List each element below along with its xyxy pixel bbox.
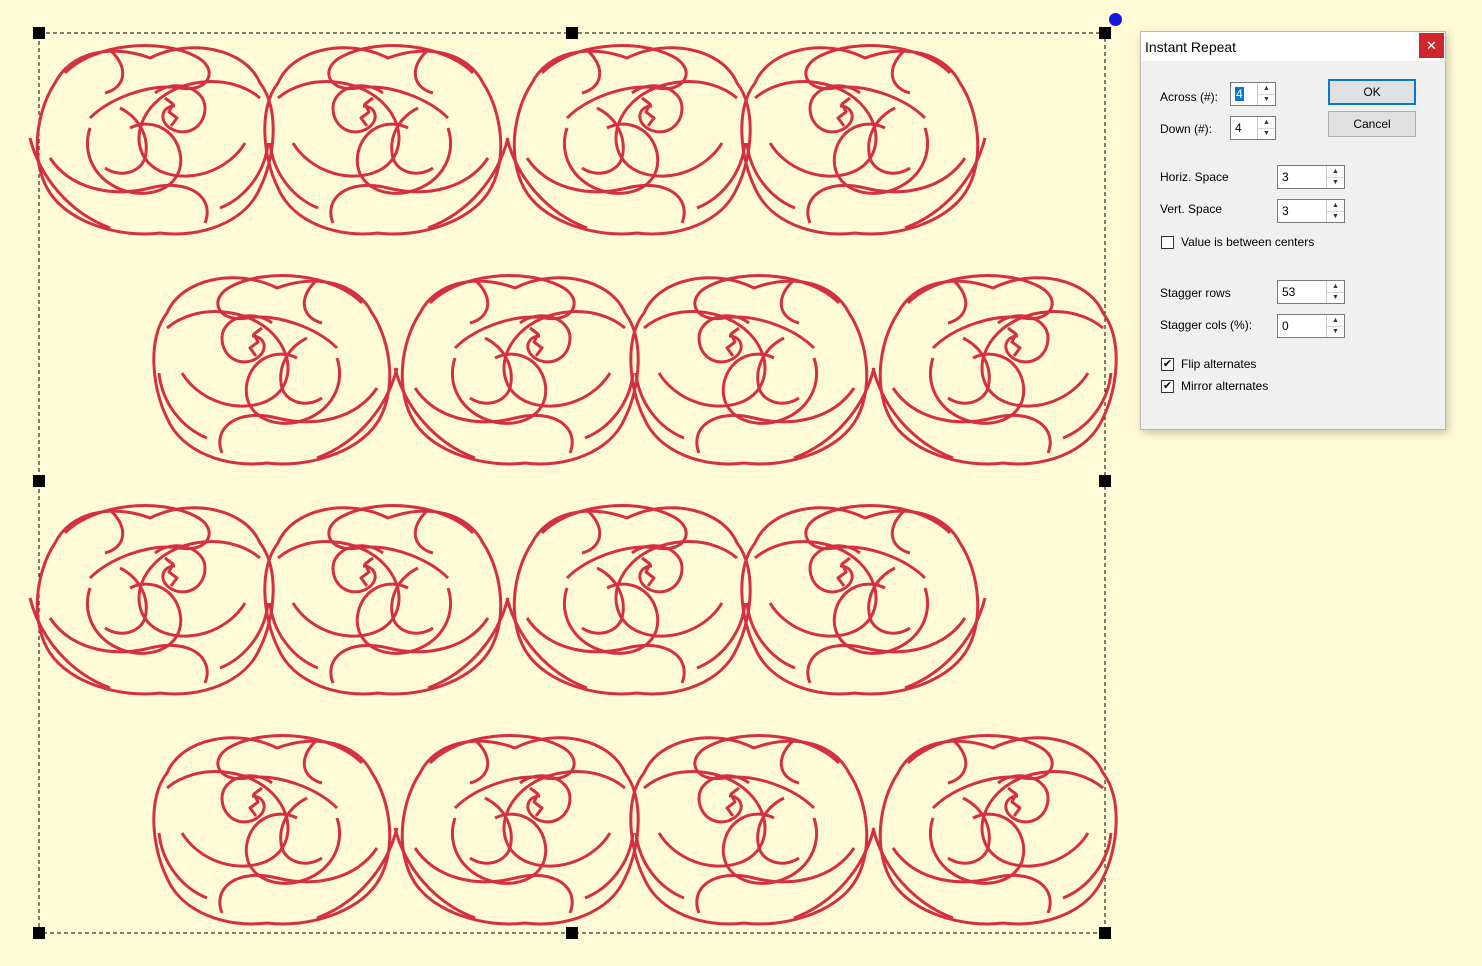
- resize-handle-middle-right[interactable]: [1099, 475, 1111, 487]
- rose-motif: [152, 274, 399, 466]
- resize-handle-top-center[interactable]: [566, 27, 578, 39]
- rose-motif: [629, 734, 876, 926]
- rose-motif: [152, 734, 399, 926]
- resize-handle-top-left[interactable]: [33, 27, 45, 39]
- rotate-handle[interactable]: [1109, 13, 1122, 26]
- rose-motif: [871, 274, 1118, 466]
- rose-motif: [263, 504, 510, 696]
- cancel-button[interactable]: Cancel: [1328, 111, 1416, 137]
- resize-handle-bottom-left[interactable]: [33, 927, 45, 939]
- rose-motif: [28, 504, 275, 696]
- rose-motif: [393, 274, 640, 466]
- rose-motif: [871, 734, 1118, 926]
- down-value: 4: [1235, 121, 1242, 135]
- between-centers-label: Value is between centers: [1181, 235, 1315, 249]
- spin-down-icon[interactable]: ▼: [1327, 292, 1344, 303]
- rose-motif: [393, 734, 640, 926]
- horiz-space-spinner[interactable]: ▲ ▼: [1326, 166, 1344, 188]
- stagger-rows-input[interactable]: 53 ▲ ▼: [1277, 280, 1345, 304]
- between-centers-checkbox[interactable]: [1161, 236, 1174, 249]
- vert-space-value: 3: [1282, 204, 1289, 218]
- down-spinner[interactable]: ▲ ▼: [1257, 117, 1275, 139]
- resize-handle-top-right[interactable]: [1099, 27, 1111, 39]
- mirror-alternates-label: Mirror alternates: [1181, 379, 1269, 393]
- resize-handle-bottom-right[interactable]: [1099, 927, 1111, 939]
- resize-handle-bottom-center[interactable]: [566, 927, 578, 939]
- horiz-space-value: 3: [1282, 170, 1289, 184]
- stagger-cols-label: Stagger cols (%):: [1160, 318, 1253, 332]
- across-input[interactable]: 4 ▲ ▼: [1230, 82, 1276, 106]
- rose-motif: [629, 274, 876, 466]
- vert-space-spinner[interactable]: ▲ ▼: [1326, 200, 1344, 222]
- rose-motif: [505, 504, 752, 696]
- horiz-space-input[interactable]: 3 ▲ ▼: [1277, 165, 1345, 189]
- dialog-title: Instant Repeat: [1145, 39, 1237, 55]
- rose-motif: [263, 44, 510, 236]
- rose-grid: [28, 44, 1118, 926]
- spin-down-icon[interactable]: ▼: [1327, 326, 1344, 337]
- stagger-rows-value: 53: [1282, 285, 1296, 299]
- rose-motif: [505, 44, 752, 236]
- close-icon: ✕: [1426, 38, 1437, 53]
- rose-motif: [740, 44, 987, 236]
- across-value: 4: [1235, 87, 1244, 101]
- rose-motif: [28, 44, 275, 236]
- horiz-space-label: Horiz. Space: [1160, 170, 1229, 184]
- vert-space-label: Vert. Space: [1160, 202, 1223, 216]
- spin-down-icon[interactable]: ▼: [1327, 177, 1344, 188]
- ok-button[interactable]: OK: [1328, 79, 1416, 105]
- down-input[interactable]: 4 ▲ ▼: [1230, 116, 1276, 140]
- down-label: Down (#):: [1160, 122, 1213, 136]
- close-button[interactable]: ✕: [1419, 33, 1444, 58]
- across-spinner[interactable]: ▲ ▼: [1257, 83, 1275, 105]
- stagger-cols-input[interactable]: 0 ▲ ▼: [1277, 314, 1345, 338]
- stagger-cols-value: 0: [1282, 319, 1289, 333]
- vert-space-input[interactable]: 3 ▲ ▼: [1277, 199, 1345, 223]
- flip-alternates-label: Flip alternates: [1181, 357, 1257, 371]
- spin-down-icon[interactable]: ▼: [1327, 211, 1344, 222]
- stagger-rows-spinner[interactable]: ▲ ▼: [1326, 281, 1344, 303]
- spin-down-icon[interactable]: ▼: [1258, 128, 1275, 139]
- rose-motif: [740, 504, 987, 696]
- across-label: Across (#):: [1160, 90, 1219, 104]
- spin-down-icon[interactable]: ▼: [1258, 94, 1275, 105]
- flip-alternates-checkbox[interactable]: ✔: [1161, 358, 1174, 371]
- stagger-rows-label: Stagger rows: [1160, 286, 1231, 300]
- mirror-alternates-checkbox[interactable]: ✔: [1161, 380, 1174, 393]
- dialog-titlebar[interactable]: Instant Repeat ✕: [1141, 32, 1445, 61]
- instant-repeat-dialog: Instant Repeat ✕ Across (#): 4 ▲ ▼ Down …: [1140, 31, 1446, 430]
- resize-handle-middle-left[interactable]: [33, 475, 45, 487]
- stagger-cols-spinner[interactable]: ▲ ▼: [1326, 315, 1344, 337]
